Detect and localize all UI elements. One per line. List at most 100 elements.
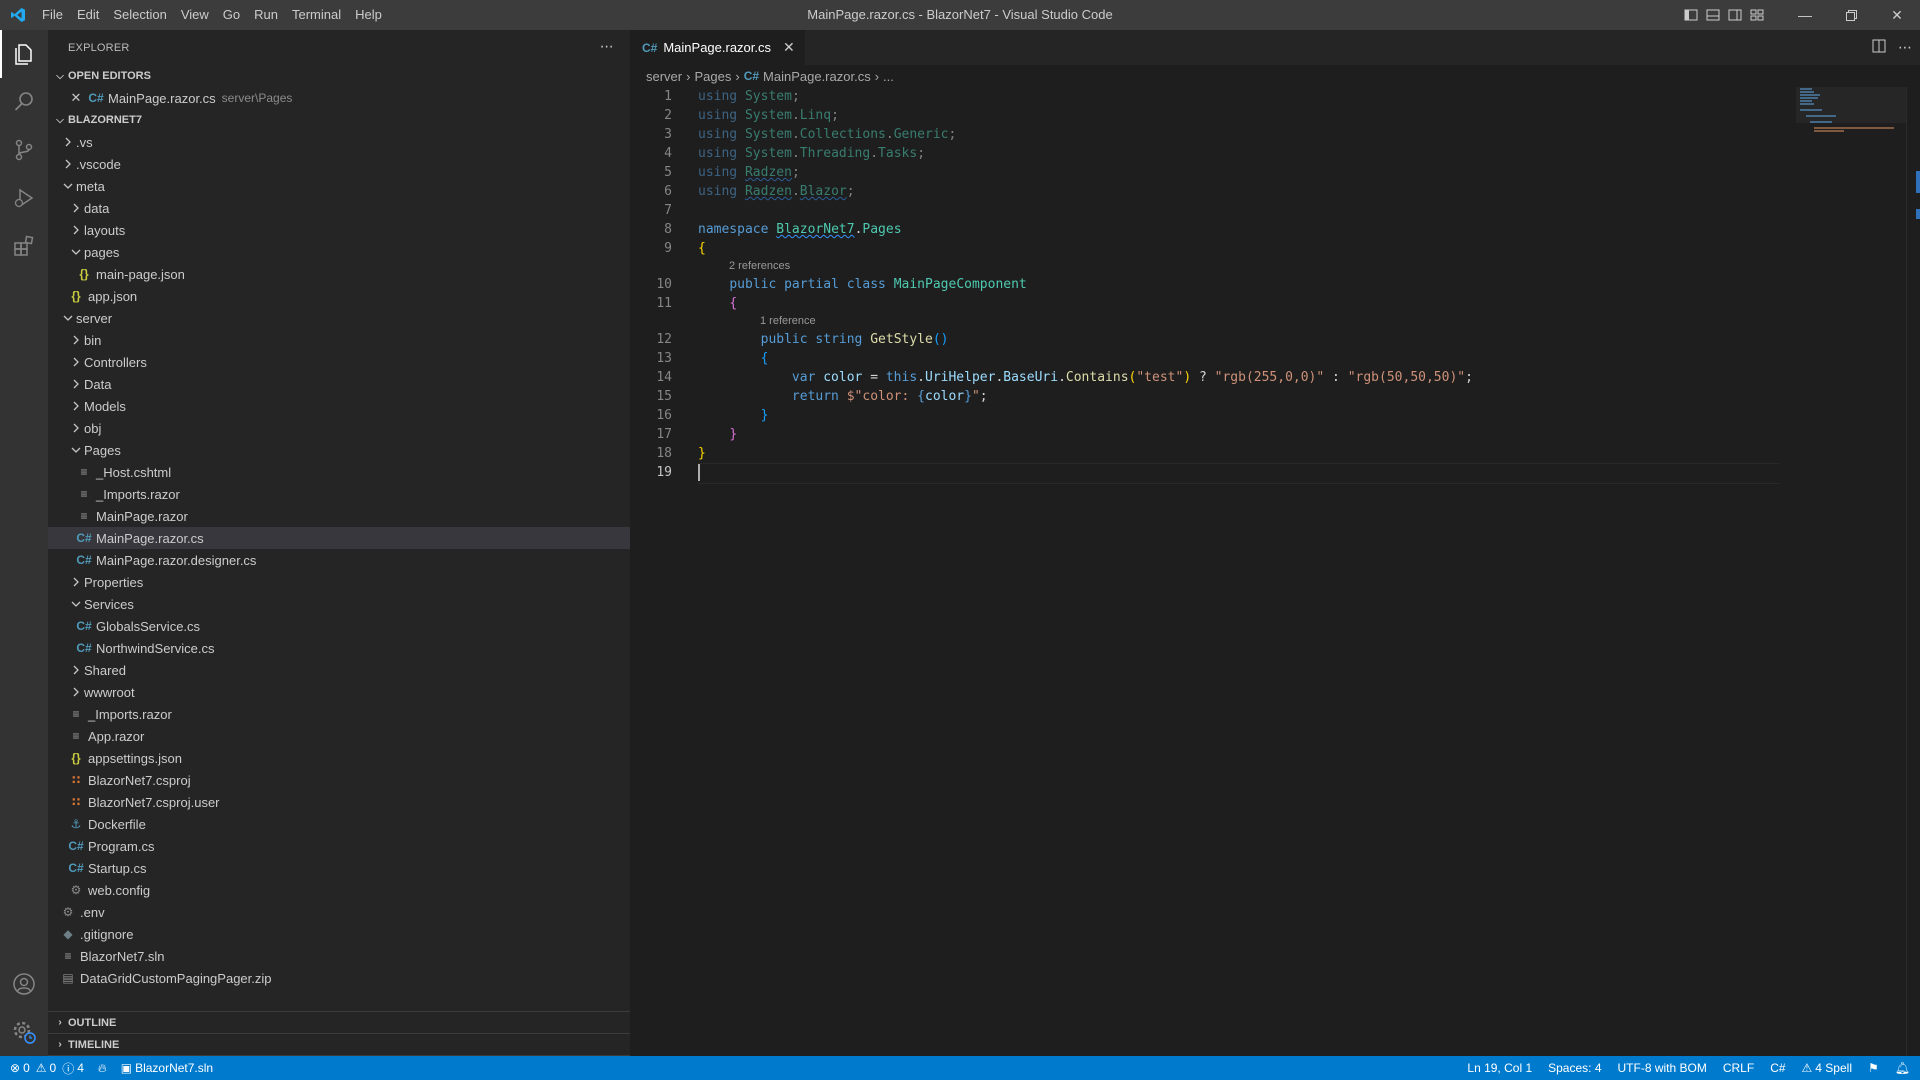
tree-item-label: Services	[84, 596, 134, 612]
language-mode[interactable]: C#	[1770, 1061, 1785, 1075]
close-window-icon[interactable]: ✕	[1874, 0, 1920, 30]
breadcrumb-item[interactable]: Pages	[694, 69, 731, 84]
notifications-bell-icon[interactable]: 🔔︎	[1895, 1061, 1910, 1075]
tree-folder[interactable]: Data	[48, 373, 630, 395]
manage-gear-icon[interactable]	[0, 1008, 48, 1056]
tree-file[interactable]: ◆ .gitignore	[48, 923, 630, 945]
line-number: 17	[656, 427, 672, 442]
text-file-icon: ≡	[64, 949, 72, 963]
tree-file[interactable]: ≡ _Imports.razor	[48, 703, 630, 725]
tree-folder[interactable]: Shared	[48, 659, 630, 681]
open-editors-header[interactable]: ⌵ OPEN EDITORS	[48, 65, 630, 87]
solution-indicator[interactable]: ▣ BlazorNet7.sln	[121, 1061, 213, 1075]
breadcrumb-item[interactable]: MainPage.razor.cs	[763, 69, 871, 84]
tree-file[interactable]: ⚓ Dockerfile	[48, 813, 630, 835]
tree-file[interactable]: {} appsettings.json	[48, 747, 630, 769]
code-editor[interactable]: 1 using System; 2 using System.Linq; 3 usin…	[630, 87, 1780, 484]
source-control-icon[interactable]	[0, 126, 48, 174]
run-debug-icon[interactable]	[0, 174, 48, 222]
menu-view[interactable]: View	[174, 0, 216, 30]
tree-file[interactable]: ≡ App.razor	[48, 725, 630, 747]
tree-file[interactable]: ≡ MainPage.razor	[48, 505, 630, 527]
tree-file[interactable]: ∷ BlazorNet7.csproj.user	[48, 791, 630, 813]
tree-file[interactable]: C# GlobalsService.cs	[48, 615, 630, 637]
menu-terminal[interactable]: Terminal	[285, 0, 348, 30]
project-file-icon: ∷	[71, 773, 81, 787]
tree-item-label: BlazorNet7.sln	[80, 948, 165, 964]
tree-folder[interactable]: layouts	[48, 219, 630, 241]
code-line: 18}	[630, 444, 1780, 463]
menu-help[interactable]: Help	[348, 0, 389, 30]
cursor-position[interactable]: Ln 19, Col 1	[1467, 1061, 1532, 1075]
search-icon[interactable]	[0, 78, 48, 126]
timeline-header[interactable]: › TIMELINE	[48, 1034, 630, 1056]
menu-file[interactable]: File	[35, 0, 70, 30]
menu-selection[interactable]: Selection	[106, 0, 173, 30]
restore-icon[interactable]	[1828, 0, 1874, 30]
extensions-icon[interactable]	[0, 222, 48, 270]
problems-indicator[interactable]: ⊗ 0 ⚠ 0 ⓘ 4	[10, 1060, 84, 1077]
accounts-icon[interactable]	[0, 960, 48, 1008]
tree-folder[interactable]: Models	[48, 395, 630, 417]
menu-edit[interactable]: Edit	[70, 0, 106, 30]
more-actions-icon[interactable]: ⋯	[600, 38, 614, 55]
toggle-secondary-sidebar-icon[interactable]	[1724, 0, 1746, 30]
vertical-scrollbar[interactable]	[1906, 87, 1920, 1056]
close-editor-icon[interactable]: ✕	[68, 90, 84, 106]
tree-folder[interactable]: Pages	[48, 439, 630, 461]
tree-file[interactable]: ⚙ .env	[48, 901, 630, 923]
open-editor-item[interactable]: ✕ C# MainPage.razor.cs server\Pages	[48, 87, 630, 109]
breadcrumb-item[interactable]: ...	[883, 69, 894, 84]
menu-run[interactable]: Run	[247, 0, 285, 30]
toggle-panel-icon[interactable]	[1702, 0, 1724, 30]
codelens-references[interactable]: 1 reference	[630, 313, 1780, 330]
breadcrumb-item[interactable]: server	[646, 69, 682, 84]
tree-folder[interactable]: Properties	[48, 571, 630, 593]
tree-file[interactable]: C# Startup.cs	[48, 857, 630, 879]
tree-file[interactable]: C# MainPage.razor.designer.cs	[48, 549, 630, 571]
project-label: BLAZORNET7	[68, 114, 142, 126]
close-tab-icon[interactable]: ✕	[783, 39, 795, 56]
encoding[interactable]: UTF-8 with BOM	[1618, 1061, 1707, 1075]
menu-go[interactable]: Go	[216, 0, 247, 30]
tree-folder[interactable]: .vs	[48, 131, 630, 153]
split-editor-icon[interactable]	[1872, 39, 1886, 56]
tree-folder[interactable]: .vscode	[48, 153, 630, 175]
tree-folder[interactable]: Controllers	[48, 351, 630, 373]
tree-folder[interactable]: pages	[48, 241, 630, 263]
tree-file[interactable]: ⚙ web.config	[48, 879, 630, 901]
warning-icon: ⚠	[35, 1061, 47, 1075]
tree-folder[interactable]: wwwroot	[48, 681, 630, 703]
tree-file[interactable]: ∷ BlazorNet7.csproj	[48, 769, 630, 791]
toggle-sidebar-icon[interactable]	[1680, 0, 1702, 30]
tree-file[interactable]: ≡ BlazorNet7.sln	[48, 945, 630, 967]
tree-folder[interactable]: server	[48, 307, 630, 329]
minimap[interactable]	[1796, 87, 1906, 147]
tree-file[interactable]: C# Program.cs	[48, 835, 630, 857]
indentation[interactable]: Spaces: 4	[1548, 1061, 1601, 1075]
tree-file[interactable]: C# MainPage.razor.cs	[48, 527, 630, 549]
tree-file[interactable]: ≡ _Host.cshtml	[48, 461, 630, 483]
tree-file[interactable]: {} app.json	[48, 285, 630, 307]
explorer-icon[interactable]	[0, 30, 48, 78]
outline-header[interactable]: › OUTLINE	[48, 1012, 630, 1034]
more-actions-icon[interactable]: ⋯	[1898, 39, 1912, 56]
minimize-icon[interactable]: —	[1782, 0, 1828, 30]
tree-folder[interactable]: Services	[48, 593, 630, 615]
customize-layout-icon[interactable]	[1746, 0, 1768, 30]
tree-folder[interactable]: obj	[48, 417, 630, 439]
tree-folder[interactable]: data	[48, 197, 630, 219]
feedback-icon[interactable]: ⚑	[1868, 1061, 1879, 1075]
tree-file[interactable]: ▤ DataGridCustomPagingPager.zip	[48, 967, 630, 989]
spell-indicator[interactable]: ⚠ 4 Spell	[1802, 1061, 1852, 1075]
flame-icon[interactable]: 🔥︎	[98, 1061, 107, 1076]
tree-file[interactable]: {} main-page.json	[48, 263, 630, 285]
project-header[interactable]: ⌵ BLAZORNET7	[48, 109, 630, 131]
tree-file[interactable]: C# NorthwindService.cs	[48, 637, 630, 659]
tree-folder[interactable]: meta	[48, 175, 630, 197]
tree-folder[interactable]: bin	[48, 329, 630, 351]
tab-mainpage-razor-cs[interactable]: C# MainPage.razor.cs ✕	[630, 30, 806, 65]
tree-file[interactable]: ≡ _Imports.razor	[48, 483, 630, 505]
end-of-line[interactable]: CRLF	[1723, 1061, 1754, 1075]
codelens-references[interactable]: 2 references	[630, 258, 1780, 275]
